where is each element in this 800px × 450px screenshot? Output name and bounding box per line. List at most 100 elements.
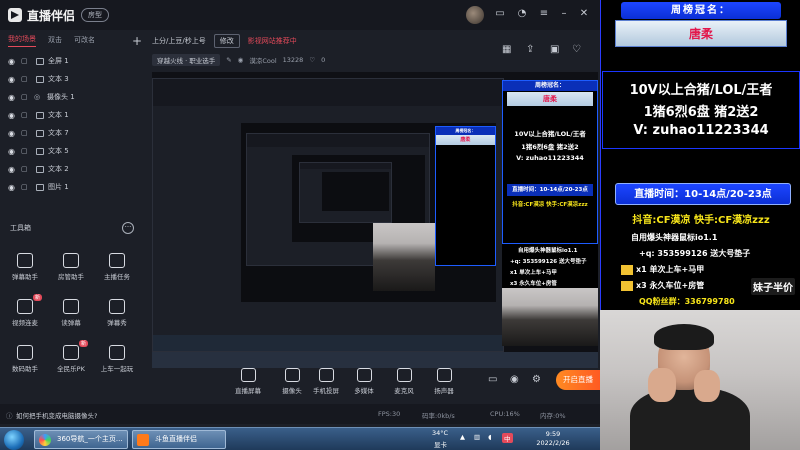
- tool-item[interactable]: 视频连麦 新: [2, 290, 48, 336]
- tool-item[interactable]: 房管助手: [48, 244, 94, 290]
- edit-title-button[interactable]: 修改: [213, 34, 240, 48]
- start-orb-icon[interactable]: [4, 430, 24, 450]
- tab-my-scene[interactable]: 我的场景: [8, 34, 36, 47]
- tool-icon: [17, 253, 33, 268]
- fps-readout: FPS:30: [378, 410, 401, 418]
- tool-item[interactable]: 读弹幕: [48, 290, 94, 336]
- windows-taskbar: 360导航_一个主页... 斗鱼直播伴侣 34°C 显卡 ▲ ▥ ◖ 中 9:5…: [0, 427, 600, 450]
- source-label: 文本 1: [48, 111, 69, 119]
- eye-icon[interactable]: ◉: [8, 57, 17, 66]
- camera-icon[interactable]: ▭: [488, 374, 497, 385]
- tool-item[interactable]: 全民乐PK 新: [48, 336, 94, 382]
- social-handles: 抖音:CF漠凉 快手:CF漠凉zzz: [632, 215, 770, 226]
- eye-icon[interactable]: ◉: [8, 165, 17, 174]
- tool-icon: [109, 345, 125, 360]
- source-row[interactable]: ◉ ▢ 图片 1: [0, 178, 148, 196]
- browser-360-icon: [39, 434, 51, 446]
- add-scene-icon[interactable]: +: [132, 34, 142, 48]
- promo-line-2: 1猪6烈6盘 猪2送2: [643, 105, 759, 120]
- tool-item[interactable]: 上车一起玩: [94, 336, 140, 382]
- message-icon[interactable]: ▭: [494, 8, 506, 20]
- source-row[interactable]: ◉ ▢ 文本 5: [0, 142, 148, 160]
- microphone-button[interactable]: 麦克风: [382, 368, 426, 395]
- eye-icon[interactable]: ◉: [8, 75, 17, 84]
- tool-item[interactable]: 弹幕助手: [2, 244, 48, 290]
- tool-promo: 自用爆头神器鼠标io1.1: [631, 233, 718, 242]
- eye-icon[interactable]: ◉: [8, 129, 17, 138]
- webcam-feed: [600, 310, 800, 450]
- lock-icon[interactable]: ▢: [21, 111, 30, 119]
- tool-icon: [63, 253, 79, 268]
- tier-x3: x3 永久车位+房管: [621, 280, 704, 291]
- share-icon[interactable]: ⇪: [526, 44, 534, 55]
- lock-icon[interactable]: ▢: [21, 183, 30, 191]
- eye-icon[interactable]: ◉: [510, 374, 519, 385]
- system-clock[interactable]: 9:59 2022/2/26: [527, 430, 579, 448]
- source-row[interactable]: ◉ ▢ 文本 1: [0, 106, 148, 124]
- source-label: 文本 5: [48, 147, 69, 155]
- media-button[interactable]: 多媒体: [342, 368, 386, 395]
- nested-overlay: 周榜冠名： 唐柔 10V以上合猪/LOL/王者 1猪6烈6盘 猪2送2 V: z…: [502, 80, 598, 244]
- source-label: 文本 3: [48, 75, 69, 83]
- tool-item[interactable]: 弹幕秀: [94, 290, 140, 336]
- ticket-icon: [621, 264, 633, 275]
- screen-capture-button[interactable]: 直播屏幕: [226, 368, 270, 395]
- user-avatar[interactable]: [466, 6, 484, 24]
- lock-icon[interactable]: ▢: [21, 147, 30, 155]
- image-icon[interactable]: ▣: [550, 44, 559, 55]
- start-live-button[interactable]: 开启直播: [556, 370, 600, 390]
- eye-icon[interactable]: ◉: [8, 147, 17, 156]
- source-row[interactable]: ◉ ▢ 文本 2: [0, 160, 148, 178]
- tab-renamable[interactable]: 可改名: [74, 35, 95, 45]
- taskbar-browser[interactable]: 360导航_一个主页...: [34, 430, 128, 449]
- grid-icon[interactable]: ▦: [502, 44, 511, 55]
- tab-double-click[interactable]: 双击: [48, 35, 62, 45]
- control-label: 扬声器: [434, 387, 454, 395]
- tool-item[interactable]: 数码助手: [2, 336, 48, 382]
- settings-icon[interactable]: ⚙: [532, 374, 541, 385]
- status-bar: ⓘ 如何把手机变成电脑摄像头? FPS:30 码率:0kb/s CPU:16% …: [0, 404, 600, 424]
- source-type-icon: [36, 57, 44, 65]
- source-row[interactable]: ◉ ▢ 全屏 1: [0, 52, 148, 70]
- streamer-body: [630, 388, 750, 450]
- source-row[interactable]: ◉ ▢ ◎ 摄像头 1: [0, 88, 148, 106]
- source-row[interactable]: ◉ ▢ 文本 3: [0, 70, 148, 88]
- lock-icon[interactable]: ▢: [21, 57, 30, 65]
- tool-icon: [109, 299, 125, 314]
- eye-icon[interactable]: ◉: [8, 93, 17, 102]
- source-label: 文本 2: [48, 165, 69, 173]
- source-label: 图片 1: [48, 183, 69, 191]
- tray-arrow-icon[interactable]: ▲: [460, 433, 465, 441]
- lock-icon[interactable]: ▢: [21, 165, 30, 173]
- tool-item[interactable]: 主播任务: [94, 244, 140, 290]
- source-row[interactable]: ◉ ▢ 文本 7: [0, 124, 148, 142]
- ime-indicator[interactable]: 中: [502, 433, 513, 443]
- bell-icon[interactable]: ◔: [516, 8, 528, 20]
- taskbar-live-companion[interactable]: 斗鱼直播伴侣: [132, 430, 226, 449]
- nested-overlay-lines: 自用爆头神器鼠标io1.1 +q: 353599126 送大号垫子 x1 单次上…: [502, 244, 598, 288]
- speaker-button[interactable]: 扬声器: [422, 368, 466, 395]
- lock-icon[interactable]: ▢: [21, 93, 30, 101]
- lock-icon[interactable]: ▢: [21, 129, 30, 137]
- source-type-icon: [36, 75, 44, 83]
- eye-icon[interactable]: ◉: [8, 111, 17, 120]
- room-type-pill[interactable]: 房型: [81, 8, 110, 22]
- source-type-icon: [36, 183, 44, 191]
- help-link[interactable]: 如何把手机变成电脑摄像头?: [16, 410, 97, 420]
- category-chip[interactable]: 穿越火线 · 职业选手: [152, 54, 221, 66]
- heart-outline-icon[interactable]: ♡: [572, 44, 581, 55]
- scene-panel: 我的场景 双击 可改名 + ◉ ▢ 全屏 1 ◉ ▢ 文本 3 ◉ ▢ ◎ 摄像头 1 ◉ ▢ 文本 1…: [0, 30, 148, 210]
- lock-icon[interactable]: ▢: [21, 75, 30, 83]
- camera-source-icon: ◎: [34, 93, 41, 101]
- more-icon[interactable]: ···: [122, 222, 134, 234]
- source-label: 全屏 1: [48, 57, 69, 65]
- tool-icon: [109, 253, 125, 268]
- volume-icon[interactable]: ◖: [488, 433, 491, 441]
- close-icon[interactable]: ✕: [578, 8, 590, 20]
- pencil-icon[interactable]: ✎: [226, 56, 231, 64]
- app-logo-text: 直播伴侣: [27, 8, 76, 23]
- eye-icon[interactable]: ◉: [8, 183, 17, 192]
- network-icon[interactable]: ▥: [474, 433, 480, 441]
- minimize-icon[interactable]: –: [558, 8, 570, 20]
- menu-icon[interactable]: ≡: [538, 8, 550, 20]
